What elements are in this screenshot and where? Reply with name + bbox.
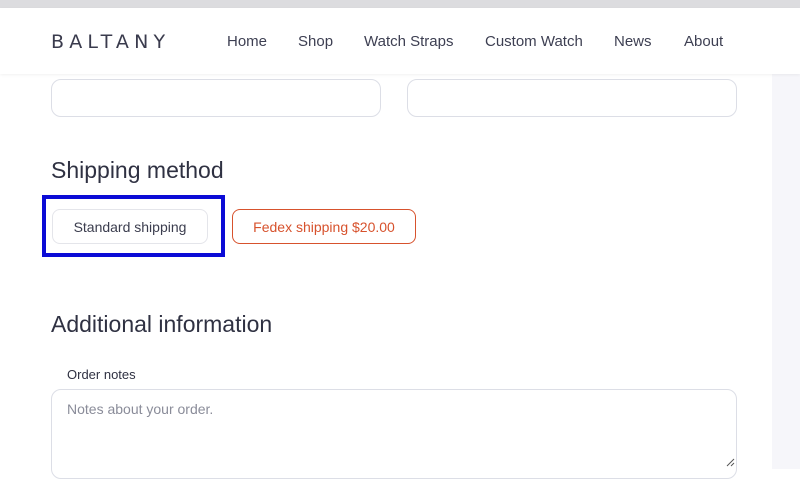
site-header: BALTANY Home Shop Watch Straps Custom Wa… bbox=[0, 8, 800, 74]
browser-top-strip bbox=[0, 0, 800, 8]
nav-home[interactable]: Home bbox=[227, 33, 267, 50]
site-logo[interactable]: BALTANY bbox=[51, 31, 170, 53]
fedex-shipping-button[interactable]: Fedex shipping $20.00 bbox=[232, 209, 416, 244]
address-field-right[interactable] bbox=[407, 79, 737, 117]
order-notes-textarea[interactable] bbox=[51, 389, 737, 479]
order-notes-label: Order notes bbox=[67, 367, 136, 382]
nav-news[interactable]: News bbox=[614, 33, 652, 50]
shipping-method-title: Shipping method bbox=[51, 157, 224, 183]
page-side-gutter bbox=[772, 74, 800, 469]
standard-shipping-button[interactable]: Standard shipping bbox=[52, 209, 208, 244]
nav-custom-watch[interactable]: Custom Watch bbox=[485, 33, 583, 50]
additional-information-title: Additional information bbox=[51, 311, 273, 337]
nav-watch-straps[interactable]: Watch Straps bbox=[364, 33, 453, 50]
nav-about[interactable]: About bbox=[684, 33, 723, 50]
address-field-left[interactable] bbox=[51, 79, 381, 117]
nav-shop[interactable]: Shop bbox=[298, 33, 333, 50]
